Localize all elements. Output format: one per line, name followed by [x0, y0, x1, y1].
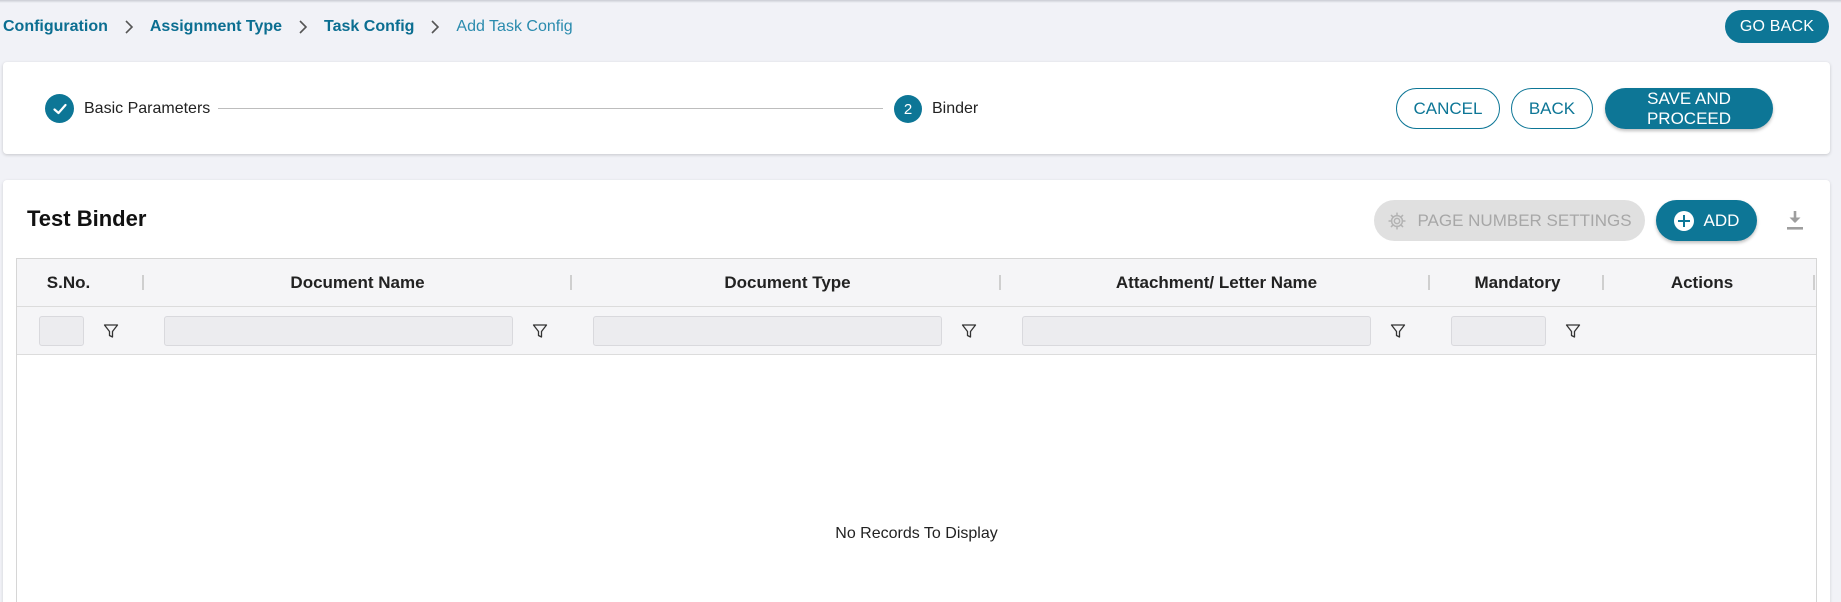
stepper-card: Basic Parameters 2 Binder CANCEL BACK SA…	[3, 62, 1830, 154]
document-type-filter-input[interactable]	[593, 316, 942, 346]
plus-circle-icon	[1673, 210, 1694, 231]
add-button[interactable]: ADD	[1656, 200, 1757, 241]
step-connector-line	[218, 108, 883, 109]
chevron-right-icon	[414, 20, 456, 34]
column-header-mandatory[interactable]: Mandatory	[1430, 259, 1605, 307]
step-basic-parameters-label: Basic Parameters	[84, 100, 211, 117]
binder-title: Test Binder	[27, 206, 147, 231]
column-resize-handle[interactable]	[1813, 275, 1815, 290]
filter-icon[interactable]	[1565, 323, 1581, 339]
binder-card: Test Binder PAGE NUMBER SETTINGS ADD S.N…	[3, 180, 1830, 602]
filter-icon[interactable]	[1390, 323, 1406, 339]
step-binder-label: Binder	[932, 100, 979, 117]
go-back-button[interactable]: GO BACK	[1725, 10, 1829, 43]
breadcrumb-add-task-config: Add Task Config	[456, 18, 573, 35]
step-number-badge: 2	[894, 95, 922, 123]
table-header: S.No. Document Name Document Type Attach…	[17, 259, 1816, 307]
step-completed-check-icon	[45, 94, 74, 123]
document-name-filter-input[interactable]	[164, 316, 513, 346]
cancel-button[interactable]: CANCEL	[1396, 88, 1500, 129]
column-header-attachment-letter-name[interactable]: Attachment/ Letter Name	[1001, 259, 1432, 307]
gear-icon	[1388, 211, 1407, 230]
breadcrumb: Configuration Assignment Type Task Confi…	[3, 16, 573, 38]
filter-icon[interactable]	[532, 323, 548, 339]
mandatory-filter-input[interactable]	[1451, 316, 1546, 346]
filter-icon[interactable]	[961, 323, 977, 339]
chevron-right-icon	[282, 20, 324, 34]
add-button-label: ADD	[1703, 210, 1740, 230]
back-button[interactable]: BACK	[1511, 88, 1593, 129]
breadcrumb-configuration[interactable]: Configuration	[3, 18, 108, 36]
filter-icon[interactable]	[103, 323, 119, 339]
breadcrumb-assignment-type[interactable]: Assignment Type	[150, 18, 282, 36]
sno-filter-input[interactable]	[39, 316, 84, 346]
column-header-actions: Actions	[1670, 273, 1734, 292]
column-header-document-name[interactable]: Document Name	[142, 259, 573, 307]
chevron-right-icon	[108, 20, 150, 34]
column-header-document-type[interactable]: Document Type	[572, 259, 1003, 307]
download-icon[interactable]	[1783, 208, 1807, 232]
top-shadow	[0, 0, 1841, 3]
empty-table-message: No Records To Display	[835, 525, 998, 542]
attachment-letter-name-filter-input[interactable]	[1022, 316, 1371, 346]
breadcrumb-task-config[interactable]: Task Config	[324, 18, 414, 36]
column-header-sno[interactable]: S.No.	[17, 259, 120, 307]
binder-documents-table: S.No. Document Name Document Type Attach…	[16, 258, 1817, 602]
page-number-settings-button: PAGE NUMBER SETTINGS	[1374, 200, 1645, 241]
filter-row	[17, 307, 1816, 355]
page-number-settings-label: PAGE NUMBER SETTINGS	[1417, 210, 1632, 230]
save-and-proceed-button[interactable]: SAVE AND PROCEED	[1605, 88, 1773, 129]
